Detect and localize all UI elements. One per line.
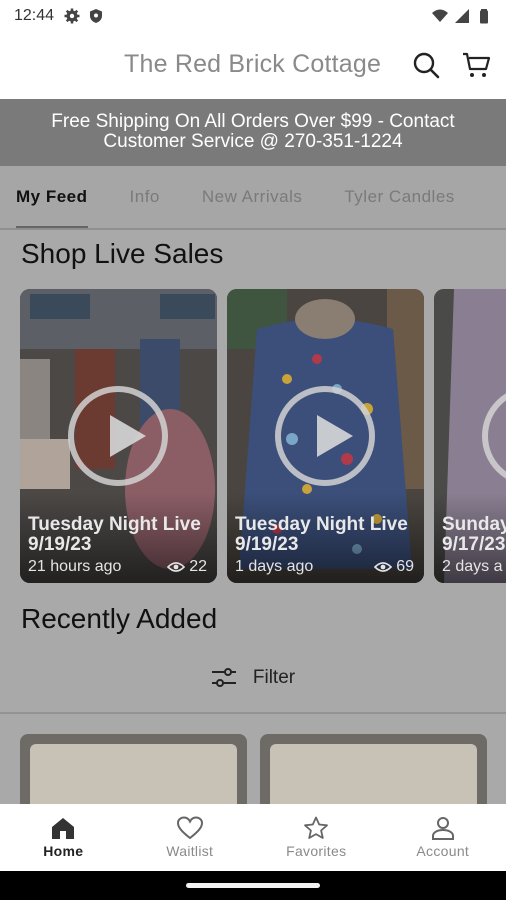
home-indicator[interactable] xyxy=(186,883,320,888)
nav-waitlist[interactable]: Waitlist xyxy=(127,804,254,871)
live-sale-time: 21 hours ago xyxy=(28,558,122,575)
account-icon xyxy=(431,817,454,840)
gear-icon xyxy=(64,8,80,24)
tab-new-arrivals[interactable]: New Arrivals xyxy=(202,166,302,228)
live-sales-title: Shop Live Sales xyxy=(21,238,224,269)
status-bar: 12:44 xyxy=(0,0,506,32)
product-card[interactable] xyxy=(260,734,487,804)
search-icon xyxy=(413,52,440,79)
live-sale-name: Tuesday Night Live 9/19/23 xyxy=(235,514,408,555)
gesture-bar xyxy=(0,871,506,900)
promo-banner: Free Shipping On All Orders Over $99 - C… xyxy=(0,99,506,166)
cart-icon xyxy=(463,52,491,77)
play-icon[interactable] xyxy=(68,386,168,486)
product-card[interactable] xyxy=(20,734,247,804)
shield-icon xyxy=(90,9,103,23)
banner-line-2: Customer Service @ 270-351-1224 xyxy=(103,131,403,152)
nav-home[interactable]: Home xyxy=(0,804,127,871)
search-button[interactable] xyxy=(411,50,441,80)
live-sale-name: Sunday 9/17/23 xyxy=(442,514,506,555)
signal-icon xyxy=(455,9,469,23)
tab-my-feed[interactable]: My Feed xyxy=(16,166,88,228)
live-sale-time: 1 days ago xyxy=(235,558,314,575)
recently-added-title: Recently Added xyxy=(21,603,218,634)
live-sale-time: 2 days a xyxy=(442,558,503,575)
product-image xyxy=(30,744,237,804)
live-sale-card[interactable]: Tuesday Night Live 9/19/23 21 hours ago … xyxy=(20,289,217,583)
app-header: The Red Brick Cottage xyxy=(0,32,506,99)
filter-label: Filter xyxy=(252,667,296,688)
banner-line-1: Free Shipping On All Orders Over $99 - C… xyxy=(51,111,455,132)
nav-account[interactable]: Account xyxy=(380,804,506,871)
eye-icon xyxy=(167,562,186,572)
eye-icon xyxy=(374,562,393,572)
nav-favorites[interactable]: Favorites xyxy=(253,804,380,871)
store-title: The Red Brick Cottage xyxy=(124,50,382,78)
divider xyxy=(0,712,506,714)
sliders-icon xyxy=(211,668,236,687)
view-count: 69 xyxy=(396,558,414,575)
bottom-nav: Home Waitlist Favorites Account xyxy=(0,804,506,871)
tab-info[interactable]: Info xyxy=(130,166,160,228)
play-icon[interactable] xyxy=(275,386,375,486)
product-image xyxy=(270,744,477,804)
filter-button[interactable]: Filter xyxy=(0,660,506,696)
live-sales-carousel[interactable]: Tuesday Night Live 9/19/23 21 hours ago … xyxy=(20,289,506,583)
cart-button[interactable] xyxy=(461,50,491,80)
star-icon xyxy=(304,816,329,839)
tab-bar: My Feed Info New Arrivals Tyler Candles xyxy=(0,166,506,230)
tab-tyler-candles[interactable]: Tyler Candles xyxy=(344,166,454,228)
home-icon xyxy=(52,818,75,839)
heart-icon xyxy=(176,816,203,840)
battery-icon xyxy=(480,9,488,24)
live-sale-card[interactable]: Tuesday Night Live 9/19/23 1 days ago 69 xyxy=(227,289,424,583)
live-sale-card[interactable]: Sunday 9/17/23 2 days a xyxy=(434,289,506,583)
view-count: 22 xyxy=(189,558,207,575)
live-sale-name: Tuesday Night Live 9/19/23 xyxy=(28,514,201,555)
wifi-icon xyxy=(432,9,448,22)
status-time: 12:44 xyxy=(14,7,55,24)
